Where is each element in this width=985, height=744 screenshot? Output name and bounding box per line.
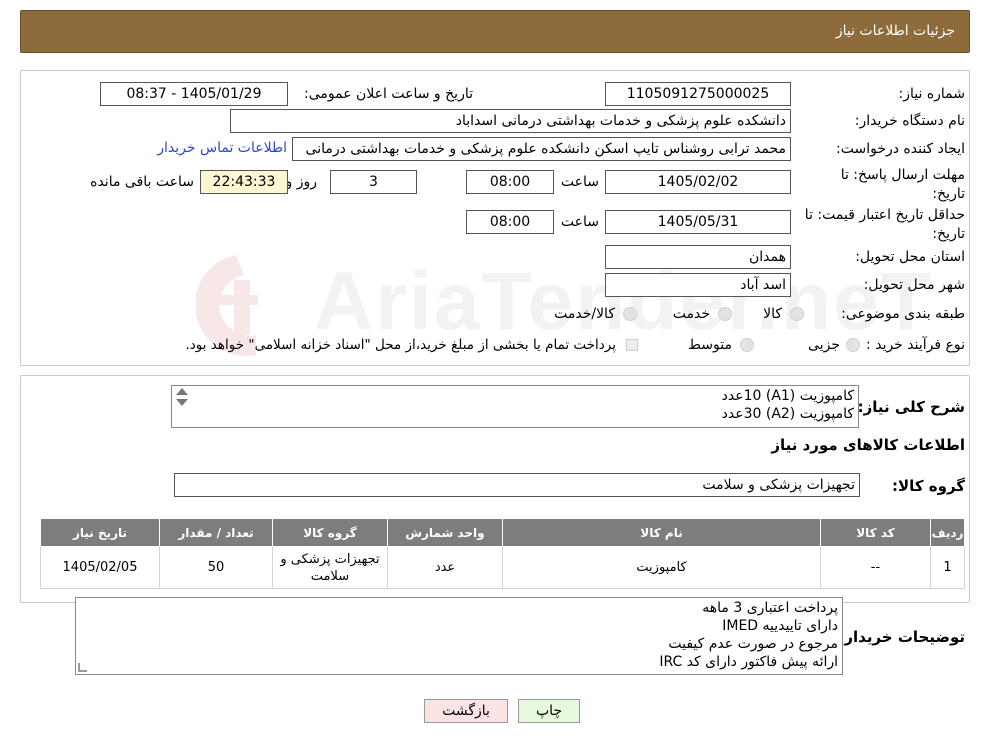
- validity-time-label: ساعت: [560, 214, 599, 230]
- category-goods-label: کالا: [763, 306, 782, 322]
- category-service-radio[interactable]: [718, 307, 732, 321]
- category-goods-radio[interactable]: [790, 307, 804, 321]
- deadline-label: مهلت ارسال پاسخ: تا تاریخ:: [840, 167, 965, 202]
- process-minor-label: جزیی: [808, 337, 840, 353]
- col-quantity: تعداد / مقدار: [159, 518, 273, 547]
- validity-label: حداقل تاریخ اعتبار قیمت: تا تاریخ:: [804, 207, 965, 242]
- announce-date-label: تاریخ و ساعت اعلان عمومی:: [304, 86, 473, 102]
- category-both-radio[interactable]: [623, 307, 637, 321]
- cell-item-group: تجهیزات پزشکی و سلامت: [272, 546, 388, 589]
- remaining-time-label: ساعت باقی مانده: [90, 174, 194, 190]
- buyer-contact-link[interactable]: اطلاعات تماس خریدار: [157, 140, 287, 156]
- page-header: جزئیات اطلاعات نیاز: [20, 10, 970, 53]
- buyer-note-line: پرداخت اعتباری 3 ماهه: [702, 600, 838, 616]
- description-textarea[interactable]: کامپوزیت (A1) 10عدد کامپوزیت (A2) 30عدد: [171, 385, 859, 428]
- col-need-date: تاریخ نیاز: [40, 518, 160, 547]
- treasury-payment-checkbox[interactable]: [626, 339, 638, 351]
- category-both-label: کالا/خدمت: [554, 306, 615, 322]
- cell-need-date: 1405/02/05: [40, 546, 160, 589]
- goods-table-wrapper: ردیف کد کالا نام کالا واحد شمارش گروه کا…: [40, 518, 965, 589]
- city-label: شهر محل تحویل:: [863, 277, 965, 293]
- buyer-org-field: دانشکده علوم پزشکی و خدمات بهداشتی درمان…: [230, 109, 791, 133]
- buyer-note-line: ارائه پیش فاکتور دارای کد IRC: [659, 654, 838, 670]
- description-line: کامپوزیت (A2) 30عدد: [721, 406, 854, 422]
- need-number-label: شماره نیاز:: [898, 86, 966, 102]
- deadline-time-label: ساعت: [560, 174, 599, 190]
- scroll-up-icon[interactable]: [176, 388, 188, 395]
- category-label: طبقه بندی موضوعی:: [841, 306, 965, 322]
- goods-table: ردیف کد کالا نام کالا واحد شمارش گروه کا…: [40, 518, 965, 589]
- deadline-date-field: 1405/02/02: [605, 170, 791, 194]
- need-number-field: 1105091275000025: [605, 82, 791, 106]
- process-medium-label: متوسط: [688, 337, 732, 353]
- back-button[interactable]: بازگشت: [424, 699, 508, 723]
- col-row-number: ردیف: [930, 518, 965, 547]
- cell-item-code: --: [820, 546, 931, 589]
- province-label: استان محل تحویل:: [855, 249, 965, 265]
- resize-grip-icon[interactable]: [78, 663, 87, 672]
- requester-label: ایجاد کننده درخواست:: [836, 141, 965, 157]
- buyer-org-label: نام دستگاه خریدار:: [854, 113, 965, 129]
- province-field: همدان: [605, 245, 791, 269]
- buyer-note-line: مرجوع در صورت عدم کیفیت: [668, 636, 838, 652]
- cell-row-number: 1: [930, 546, 965, 589]
- validity-date-field: 1405/05/31: [605, 210, 791, 234]
- days-field: 3: [330, 170, 417, 194]
- description-line: کامپوزیت (A1) 10عدد: [721, 388, 854, 404]
- goods-group-label: گروه کالا:: [892, 477, 965, 495]
- buyer-notes-label: توضیحات خریدار:: [838, 628, 965, 646]
- col-item-group: گروه کالا: [272, 518, 388, 547]
- process-minor-radio[interactable]: [846, 338, 860, 352]
- table-row: 1 -- کامپوزیت عدد تجهیزات پزشکی و سلامت …: [40, 546, 965, 589]
- scroll-down-icon[interactable]: [176, 399, 188, 406]
- payment-note: پرداخت تمام یا بخشی از مبلغ خرید،از محل …: [185, 337, 616, 353]
- col-item-name: نام کالا: [502, 518, 821, 547]
- goods-section-title: اطلاعات کالاهای مورد نیاز: [771, 436, 965, 454]
- buyer-note-line: دارای تاییدییه IMED: [722, 618, 838, 634]
- print-button[interactable]: چاپ: [518, 699, 580, 723]
- announce-date-field: 1405/01/29 - 08:37: [100, 82, 288, 106]
- validity-time-field: 08:00: [466, 210, 554, 234]
- remaining-time-field: 22:43:33: [200, 170, 288, 194]
- process-label: نوع فرآیند خرید :: [866, 337, 965, 353]
- process-medium-radio[interactable]: [740, 338, 754, 352]
- deadline-time-field: 08:00: [466, 170, 554, 194]
- cell-item-name: کامپوزیت: [502, 546, 821, 589]
- requester-field: محمد ترابی روشناس تایپ اسکن دانشکده علوم…: [292, 137, 791, 161]
- city-field: اسد آباد: [605, 273, 791, 297]
- buyer-notes-textarea[interactable]: پرداخت اعتباری 3 ماهه دارای تاییدییه IME…: [75, 597, 843, 675]
- goods-table-header: ردیف کد کالا نام کالا واحد شمارش گروه کا…: [40, 518, 965, 547]
- cell-quantity: 50: [159, 546, 273, 589]
- cell-unit: عدد: [387, 546, 503, 589]
- days-label: روز و: [285, 174, 318, 190]
- goods-group-field: تجهیزات پزشکی و سلامت: [174, 473, 860, 497]
- col-unit: واحد شمارش: [387, 518, 503, 547]
- category-service-label: خدمت: [672, 306, 710, 322]
- col-item-code: کد کالا: [820, 518, 931, 547]
- description-label: شرح کلی نیاز:: [857, 398, 965, 416]
